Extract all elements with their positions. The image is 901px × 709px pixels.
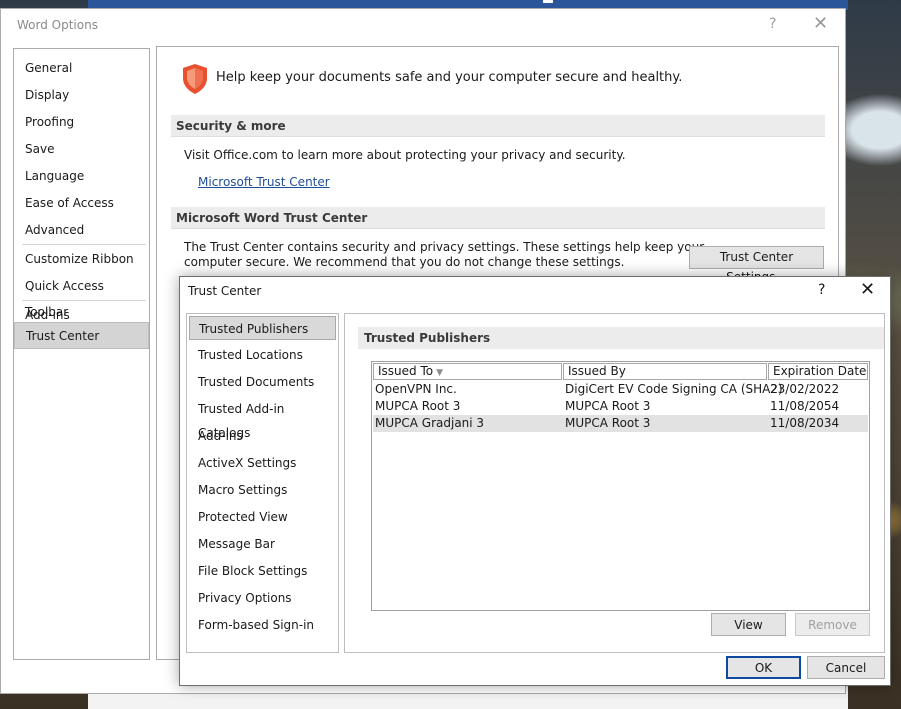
nav-separator xyxy=(22,300,146,301)
publisher-row[interactable]: OpenVPN Inc. DigiCert EV Code Signing CA… xyxy=(373,381,868,398)
trust-nav-activex-settings[interactable]: ActiveX Settings xyxy=(189,451,336,475)
publisher-issued-by: MUPCA Root 3 xyxy=(565,399,651,413)
microsoft-trust-center-link[interactable]: Microsoft Trust Center xyxy=(198,175,330,189)
publisher-expiration: 23/02/2022 xyxy=(770,382,840,396)
trust-nav-protected-view[interactable]: Protected View xyxy=(189,505,336,529)
remove-button[interactable]: Remove xyxy=(795,613,870,636)
options-help-icon[interactable]: ? xyxy=(769,16,776,32)
publisher-expiration: 11/08/2034 xyxy=(770,416,840,430)
nav-item-display[interactable]: Display xyxy=(14,82,149,108)
nav-item-advanced[interactable]: Advanced xyxy=(14,217,149,243)
column-header-issued-by[interactable]: Issued By xyxy=(563,363,767,380)
security-section-text: Visit Office.com to learn more about pro… xyxy=(184,148,626,162)
ok-button[interactable]: OK xyxy=(726,656,801,679)
trust-center-text-line1: The Trust Center contains security and p… xyxy=(184,240,705,254)
nav-item-customize-ribbon[interactable]: Customize Ribbon xyxy=(14,246,149,272)
trust-help-icon[interactable]: ? xyxy=(818,282,825,298)
options-nav: General Display Proofing Save Language E… xyxy=(13,48,150,660)
trust-center-dialog: Trust Center ? ✕ Trusted Publishers Trus… xyxy=(179,276,891,686)
publisher-row-selected[interactable]: MUPCA Gradjani 3 MUPCA Root 3 11/08/2034 xyxy=(373,415,868,432)
publisher-expiration: 11/08/2054 xyxy=(770,399,840,413)
trust-nav-message-bar[interactable]: Message Bar xyxy=(189,532,336,556)
publisher-issued-to: MUPCA Root 3 xyxy=(375,399,461,413)
publisher-issued-by: DigiCert EV Code Signing CA (SHA2) xyxy=(565,382,783,396)
view-button[interactable]: View xyxy=(711,613,786,636)
publisher-list[interactable]: Issued To ▼ Issued By Expiration Date Ope… xyxy=(371,361,870,611)
column-header-issued-to[interactable]: Issued To ▼ xyxy=(373,363,562,380)
trust-nav-form-based-sign-in[interactable]: Form-based Sign-in xyxy=(189,613,336,637)
trust-nav-trusted-add-in-catalogs[interactable]: Trusted Add-in Catalogs xyxy=(189,397,336,440)
sort-down-icon: ▼ xyxy=(436,368,444,378)
publisher-issued-by: MUPCA Root 3 xyxy=(565,416,651,430)
publisher-row[interactable]: MUPCA Root 3 MUPCA Root 3 11/08/2054 xyxy=(373,398,868,415)
trust-nav-trusted-locations[interactable]: Trusted Locations xyxy=(189,343,336,367)
nav-item-general[interactable]: General xyxy=(14,55,149,81)
trust-close-icon[interactable]: ✕ xyxy=(860,279,875,300)
trust-nav-privacy-options[interactable]: Privacy Options xyxy=(189,586,336,610)
options-window-title: Word Options xyxy=(17,18,98,32)
trust-center-section-header: Microsoft Word Trust Center xyxy=(171,207,825,229)
nav-item-save[interactable]: Save xyxy=(14,136,149,162)
trust-center-settings-button[interactable]: Trust Center Settings... xyxy=(689,246,824,284)
options-close-icon[interactable]: ✕ xyxy=(813,13,828,34)
trust-nav-trusted-publishers[interactable]: Trusted Publishers xyxy=(189,316,336,340)
nav-item-ease-of-access[interactable]: Ease of Access xyxy=(14,190,149,216)
options-titlebar: Word Options ? ✕ xyxy=(1,9,845,41)
nav-item-proofing[interactable]: Proofing xyxy=(14,109,149,135)
nav-item-quick-access-toolbar[interactable]: Quick Access Toolbar xyxy=(14,273,149,319)
word-strip-mark xyxy=(543,0,553,3)
trust-center-nav: Trusted Publishers Trusted Locations Tru… xyxy=(186,313,339,653)
publisher-issued-to: OpenVPN Inc. xyxy=(375,382,457,396)
nav-item-trust-center[interactable]: Trust Center xyxy=(14,322,149,349)
shield-icon xyxy=(183,64,207,94)
trusted-publishers-panel: Trusted Publishers Issued To ▼ Issued By … xyxy=(344,313,885,653)
publisher-issued-to: MUPCA Gradjani 3 xyxy=(375,416,485,430)
trust-nav-add-ins[interactable]: Add-ins xyxy=(189,424,336,448)
trust-nav-macro-settings[interactable]: Macro Settings xyxy=(189,478,336,502)
security-section-header: Security & more xyxy=(171,115,825,137)
column-header-expiration-date[interactable]: Expiration Date xyxy=(768,363,868,380)
nav-item-language[interactable]: Language xyxy=(14,163,149,189)
intro-text: Help keep your documents safe and your c… xyxy=(216,70,683,85)
cancel-button[interactable]: Cancel xyxy=(807,656,885,679)
trusted-publishers-header: Trusted Publishers xyxy=(358,327,884,349)
trust-center-text-line2: computer secure. We recommend that you d… xyxy=(184,255,625,269)
nav-separator xyxy=(22,244,146,245)
column-header-label: Issued To xyxy=(378,364,434,378)
trust-nav-file-block-settings[interactable]: File Block Settings xyxy=(189,559,336,583)
trust-center-title: Trust Center xyxy=(188,284,262,298)
trust-nav-trusted-documents[interactable]: Trusted Documents xyxy=(189,370,336,394)
